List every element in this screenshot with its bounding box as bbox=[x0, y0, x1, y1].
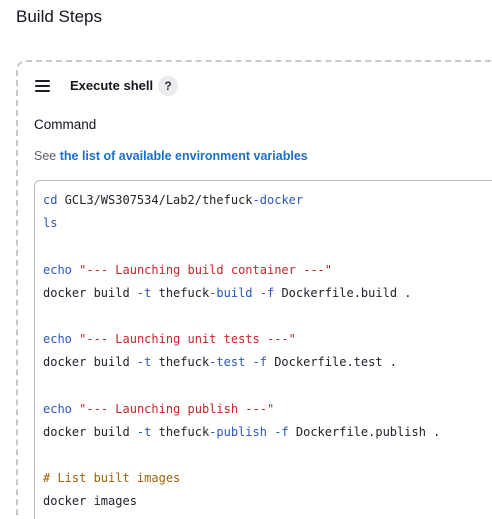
env-hint-prefix: See bbox=[34, 149, 60, 163]
code-token: Dockerfile.test . bbox=[266, 355, 398, 370]
code-line: ​ bbox=[43, 235, 440, 258]
code-token: ls bbox=[43, 216, 58, 231]
code-line: cd GCL3/WS307534/Lab2/thefuck-docker bbox=[43, 189, 440, 212]
code-token: - bbox=[252, 193, 260, 207]
code-token: thefuck bbox=[151, 355, 210, 370]
code-token: -publish bbox=[209, 424, 267, 439]
code-line: echo "--- Launching build container ---" bbox=[43, 259, 440, 282]
code-line: docker build -t thefuck-build -f Dockerf… bbox=[43, 282, 440, 305]
code-token: "--- Launching unit tests ---" bbox=[79, 332, 296, 347]
code-line: echo "--- Launching unit tests ---" bbox=[43, 328, 440, 351]
command-code-lines: cd GCL3/WS307534/Lab2/thefuck-dockerls​e… bbox=[43, 189, 440, 514]
help-icon[interactable]: ? bbox=[158, 76, 178, 96]
code-token: -f bbox=[274, 424, 289, 439]
code-line: docker images bbox=[43, 490, 440, 513]
code-token: -t bbox=[136, 355, 152, 370]
command-label: Command bbox=[34, 117, 97, 132]
code-line: docker build -t thefuck-publish -f Docke… bbox=[43, 421, 440, 444]
code-token: -build bbox=[209, 285, 253, 300]
code-token: thefuck bbox=[151, 424, 210, 439]
code-line: docker build -t thefuck-test -f Dockerfi… bbox=[43, 351, 440, 374]
code-token: -f bbox=[259, 285, 275, 300]
code-token: GCL3/WS307534/Lab2/thefuck bbox=[57, 193, 253, 207]
code-token: docker build bbox=[43, 355, 137, 370]
section-title: Build Steps bbox=[16, 7, 102, 26]
code-token: -t bbox=[136, 285, 152, 300]
code-line: ​ bbox=[43, 444, 440, 467]
code-token: "--- Launching publish ---" bbox=[79, 401, 275, 416]
code-token: echo bbox=[43, 401, 72, 416]
code-token: "--- Launching build container ---" bbox=[79, 262, 333, 277]
code-token: -f bbox=[252, 355, 267, 370]
code-line: ​ bbox=[43, 305, 440, 328]
drag-handle-bar bbox=[35, 80, 50, 82]
code-token: # List built images bbox=[43, 471, 181, 486]
drag-handle-bar bbox=[35, 85, 50, 87]
code-token: cd bbox=[43, 193, 58, 207]
code-token: -test bbox=[209, 355, 246, 370]
code-token: echo bbox=[43, 332, 72, 347]
code-token: docker build bbox=[43, 424, 137, 439]
code-token: docker build bbox=[43, 285, 137, 300]
code-line: ​ bbox=[43, 375, 440, 398]
code-token: echo bbox=[43, 262, 72, 277]
code-token: -t bbox=[136, 424, 152, 439]
env-variables-link[interactable]: the list of available environment variab… bbox=[60, 149, 308, 163]
code-line: # List built images bbox=[43, 467, 440, 490]
code-line: echo "--- Launching publish ---" bbox=[43, 398, 440, 421]
code-token: docker images bbox=[43, 494, 137, 509]
code-token: Dockerfile.build . bbox=[274, 285, 412, 300]
code-token: docker bbox=[259, 193, 304, 207]
env-variables-hint: See the list of available environment va… bbox=[34, 148, 308, 164]
code-token: thefuck bbox=[151, 285, 210, 300]
code-line: ls bbox=[43, 212, 440, 235]
drag-handle-bar bbox=[35, 90, 50, 92]
command-editor[interactable]: cd GCL3/WS307534/Lab2/thefuck-dockerls​e… bbox=[34, 180, 492, 519]
step-title: Execute shell bbox=[70, 78, 154, 93]
drag-handle-icon[interactable] bbox=[35, 80, 50, 92]
code-token: Dockerfile.publish . bbox=[288, 424, 441, 439]
